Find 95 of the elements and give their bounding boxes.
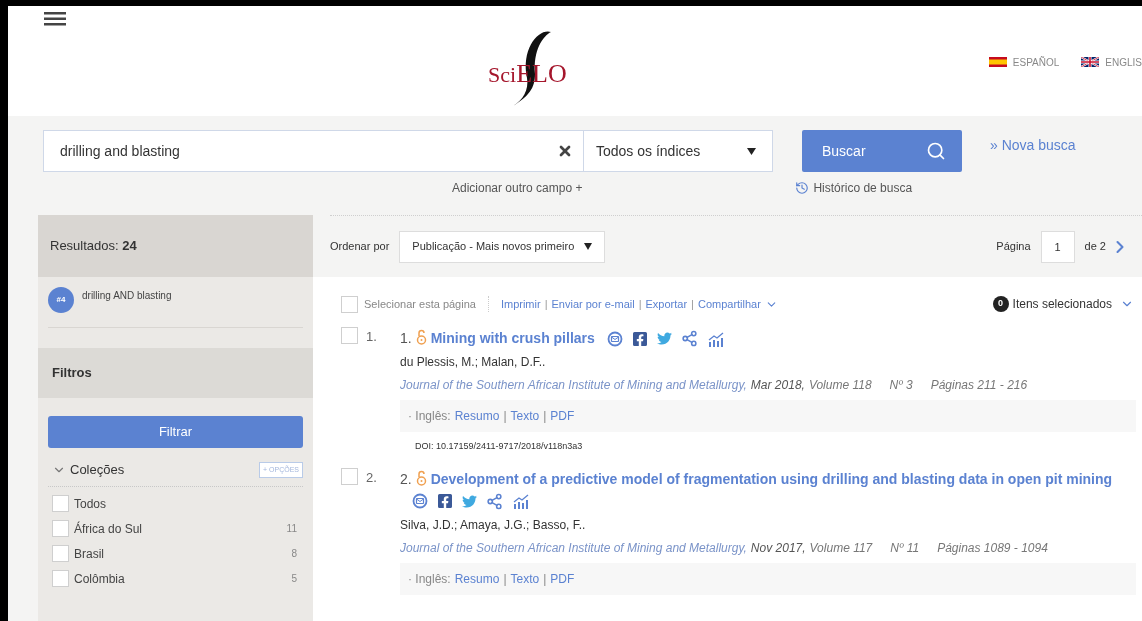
menu-icon[interactable] <box>44 12 66 26</box>
twitter-icon[interactable] <box>462 493 477 509</box>
pages: Páginas 1089 - 1094 <box>937 539 1048 557</box>
flag-icon <box>1081 57 1100 67</box>
email-icon[interactable] <box>412 493 428 510</box>
collection-label[interactable]: Todos <box>74 494 303 513</box>
journal-link[interactable]: Journal of the Southern African Institute of Mining and Metallurgy, <box>400 376 747 394</box>
facebook-icon[interactable] <box>631 330 648 347</box>
filter-button[interactable]: Filtrar <box>48 416 303 448</box>
link-separator: | <box>638 296 642 312</box>
collection-label[interactable]: África do Sul <box>74 519 282 538</box>
link-separator: | <box>544 296 548 312</box>
action-link[interactable]: Imprimir <box>500 295 541 313</box>
link-separator: | <box>503 408 507 425</box>
link-separator: | <box>543 408 547 425</box>
collection-label[interactable]: Colômbia <box>74 569 287 588</box>
select-page-label[interactable]: Selecionar esta página <box>364 295 476 313</box>
link-separator: | <box>543 570 547 588</box>
fulltext-link[interactable]: PDF <box>550 407 575 425</box>
language-label: · Inglês: <box>408 408 451 425</box>
facebook-icon[interactable] <box>437 493 453 510</box>
fulltext-link[interactable]: PDF <box>550 569 575 588</box>
authors: Silva, J.D.; Amaya, J.G.; Basso, F.. <box>400 516 587 534</box>
language-label: · Inglês: <box>408 570 451 588</box>
new-search-link[interactable]: » Nova busca <box>990 135 1076 156</box>
open-lock-icon <box>415 329 427 345</box>
twitter-icon[interactable] <box>656 331 672 347</box>
checkbox[interactable] <box>341 467 358 485</box>
filters-title: Filtros <box>52 364 92 383</box>
index-select[interactable]: Todos os índices <box>583 130 773 172</box>
volume: Volume 117 <box>809 539 873 557</box>
clear-icon <box>557 143 573 159</box>
email-icon[interactable] <box>606 330 623 347</box>
language-link[interactable]: ENGLIS <box>1081 8 1142 116</box>
publication-date: Mar 2018, <box>750 377 805 394</box>
sort-label: Ordenar por <box>330 239 390 255</box>
results-count: Resultados: 24 <box>50 237 137 256</box>
collection-label[interactable]: Brasil <box>74 544 287 563</box>
search-field[interactable]: drilling and blasting <box>43 130 557 172</box>
share-icon[interactable] <box>680 330 698 348</box>
selected-items-label[interactable]: Itens selecionados <box>1012 295 1112 313</box>
fulltext-link[interactable]: Texto <box>510 569 540 588</box>
journal-link[interactable]: Journal of the Southern African Institute of Mining and Metallurgy, <box>400 538 747 557</box>
authors: du Plessis, M.; Malan, D.F.. <box>400 354 547 371</box>
volume: Volume 118 <box>808 377 872 394</box>
query-badge[interactable]: #4 <box>48 287 74 313</box>
bar-chart-icon[interactable] <box>512 493 530 510</box>
result-number: 2. <box>400 470 412 487</box>
caret-icon <box>747 147 756 155</box>
query-text[interactable]: drilling AND blasting <box>82 288 172 303</box>
share-icon[interactable] <box>486 492 503 510</box>
selected-count-badge: 0 <box>992 296 1009 312</box>
history-icon <box>795 181 810 195</box>
publication-date: Nov 2017, <box>750 539 806 557</box>
pages: Páginas 211 - 216 <box>930 377 1028 394</box>
page-field[interactable]: 1 <box>1040 230 1075 263</box>
issue: Nº 3 <box>889 377 913 394</box>
result-index: 1. <box>366 328 377 346</box>
checkbox[interactable] <box>341 327 358 344</box>
result-index: 2. <box>366 468 377 487</box>
action-link[interactable]: Enviar por e-mail <box>551 295 635 313</box>
language-link[interactable]: ESPAÑOL <box>988 8 1060 116</box>
open-lock-icon <box>415 469 427 486</box>
link-separator: | <box>691 296 694 312</box>
collection-count: 11 <box>286 522 298 536</box>
add-field-link[interactable]: Adicionar outro campo + <box>452 179 583 197</box>
checkbox[interactable] <box>52 545 69 562</box>
checkbox[interactable] <box>52 495 69 512</box>
checkbox[interactable] <box>341 295 358 313</box>
page-label: Página <box>996 239 1031 255</box>
fulltext-link[interactable]: Texto <box>510 407 540 425</box>
doi: DOI: 10.17159/2411-9717/2018/v118n3a3 <box>414 440 584 453</box>
clear-button[interactable] <box>557 130 583 172</box>
collections-toggle[interactable]: Coleções <box>48 460 125 480</box>
result-number: 1. <box>400 330 412 346</box>
sort-select[interactable]: Publicação - Mais novos primeiro <box>399 230 606 263</box>
action-link[interactable]: Exportar <box>645 295 688 313</box>
search-history-link[interactable]: Histórico de busca <box>795 179 913 197</box>
collection-count: 8 <box>291 547 298 561</box>
search-icon <box>926 141 946 161</box>
bar-chart-icon[interactable] <box>706 330 725 347</box>
page-total: de 2 <box>1084 239 1106 255</box>
fulltext-link[interactable]: Resumo <box>454 407 500 425</box>
fulltext-link[interactable]: Resumo <box>454 569 500 588</box>
result-title-link[interactable]: Development of a predictive model of fragmentation using drilling and blasting data in open pit mining <box>430 470 1113 487</box>
caret-icon <box>584 243 593 250</box>
link-separator: | <box>503 570 507 588</box>
checkbox[interactable] <box>52 520 69 537</box>
checkbox[interactable] <box>52 570 69 587</box>
flag-icon <box>988 57 1007 67</box>
action-link[interactable]: Compartilhar <box>697 295 761 313</box>
search-button[interactable]: Buscar <box>802 130 962 172</box>
issue: Nº 11 <box>890 539 920 557</box>
collection-count: 5 <box>291 572 298 586</box>
result-title-link[interactable]: Mining with crush pillars <box>430 330 595 346</box>
